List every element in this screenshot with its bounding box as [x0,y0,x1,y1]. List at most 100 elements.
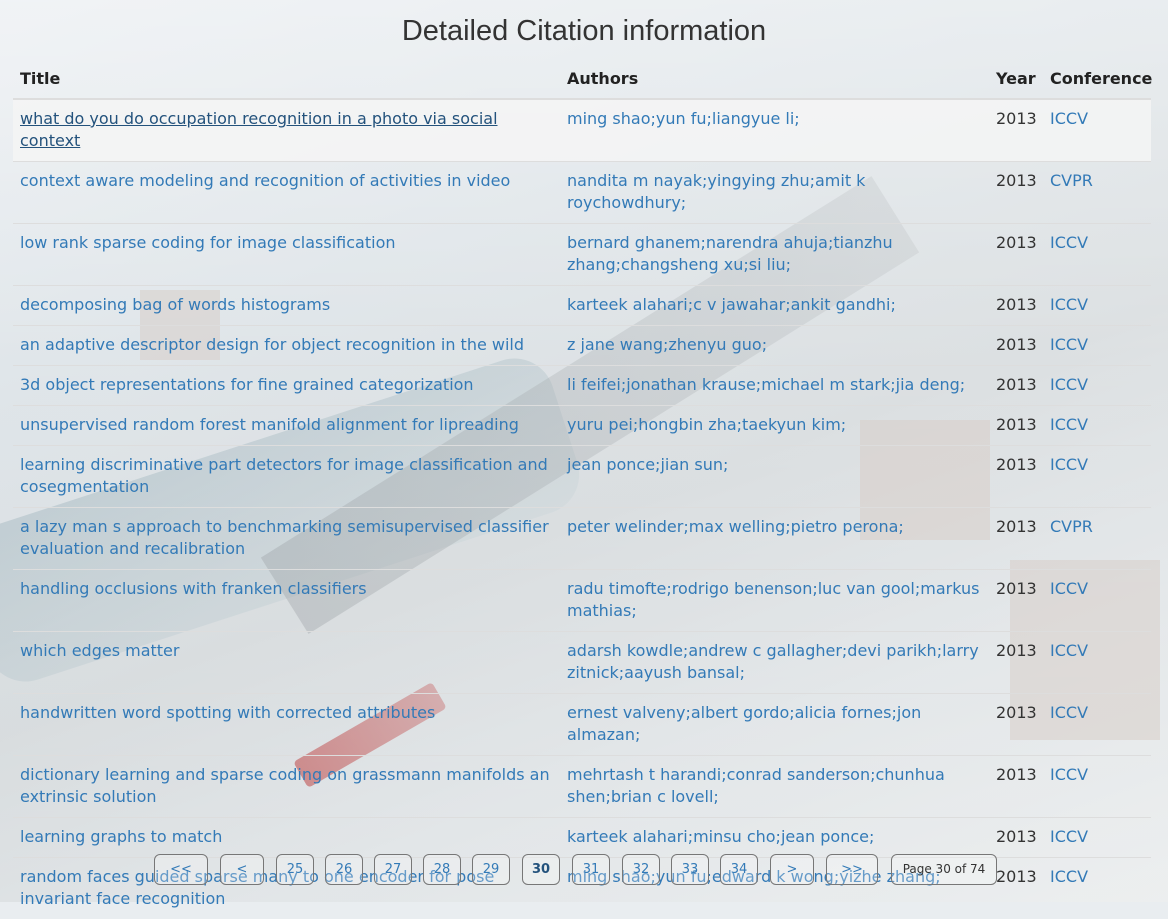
paper-title-link[interactable]: handwritten word spotting with corrected… [20,703,435,722]
column-header-title: Title [13,60,560,99]
conference-link[interactable]: ICCV [1050,335,1088,354]
title-cell: decomposing bag of words histograms [13,286,560,326]
conference-cell: ICCV [1043,406,1151,446]
paper-title-link[interactable]: low rank sparse coding for image classif… [20,233,396,252]
table-row: handwritten word spotting with corrected… [13,694,1151,756]
paper-title-link[interactable]: 3d object representations for fine grain… [20,375,474,394]
authors-link[interactable]: z jane wang;zhenyu guo; [567,335,767,354]
last-page-button[interactable]: >> [826,854,878,885]
authors-link[interactable]: karteek alahari;minsu cho;jean ponce; [567,827,874,846]
title-cell: 3d object representations for fine grain… [13,366,560,406]
conference-link[interactable]: ICCV [1050,455,1088,474]
citation-table: Title Authors Year Conference what do yo… [13,60,1151,919]
first-page-button[interactable]: << [154,854,208,885]
year-cell: 2013 [989,756,1043,818]
conference-cell: CVPR [1043,508,1151,570]
authors-link[interactable]: peter welinder;max welling;pietro perona… [567,517,904,536]
conference-cell: ICCV [1043,366,1151,406]
paper-title-link[interactable]: which edges matter [20,641,179,660]
year-cell: 2013 [996,641,1037,660]
page-button-26[interactable]: 26 [325,854,363,885]
title-cell: learning graphs to match [13,818,560,858]
conference-link[interactable]: ICCV [1050,827,1088,846]
page-button-34[interactable]: 34 [720,854,758,885]
conference-link[interactable]: ICCV [1050,579,1088,598]
table-row: 3d object representations for fine grain… [13,366,1151,406]
conference-link[interactable]: CVPR [1050,171,1093,190]
conference-link[interactable]: ICCV [1050,295,1088,314]
conference-cell: CVPR [1043,162,1151,224]
page-button-30[interactable]: 30 [522,854,560,885]
title-cell: which edges matter [13,632,560,694]
prev-page-button[interactable]: < [220,854,264,885]
page-button-25[interactable]: 25 [276,854,314,885]
page-button-32[interactable]: 32 [622,854,660,885]
page-button-27[interactable]: 27 [374,854,412,885]
conference-link[interactable]: ICCV [1050,109,1088,128]
authors-link[interactable]: karteek alahari;c v jawahar;ankit gandhi… [567,295,896,314]
conference-link[interactable]: CVPR [1050,517,1093,536]
table-row: unsupervised random forest manifold alig… [13,406,1151,446]
authors-link[interactable]: radu timofte;rodrigo benenson;luc van go… [567,579,979,620]
table-row: context aware modeling and recognition o… [13,162,1151,224]
paper-title-link[interactable]: an adaptive descriptor design for object… [20,335,524,354]
conference-link[interactable]: ICCV [1050,233,1088,252]
column-header-conference: Conference [1043,60,1151,99]
authors-cell: ming shao;yun fu;liangyue li; [560,99,989,162]
paper-title-link[interactable]: learning graphs to match [20,827,222,846]
conference-link[interactable]: ICCV [1050,415,1088,434]
paper-title-link[interactable]: learning discriminative part detectors f… [20,455,548,496]
year-cell: 2013 [989,632,1043,694]
year-cell: 2013 [996,455,1037,474]
year-cell: 2013 [996,415,1037,434]
table-row: learning graphs to match karteek alahari;… [13,818,1151,858]
authors-cell: adarsh kowdle;andrew c gallagher;devi pa… [560,632,989,694]
page-button-28[interactable]: 28 [423,854,461,885]
year-cell: 2013 [989,162,1043,224]
authors-link[interactable]: yuru pei;hongbin zha;taekyun kim; [567,415,846,434]
conference-cell: ICCV [1043,756,1151,818]
authors-link[interactable]: nandita m nayak;yingying zhu;amit k royc… [567,171,865,212]
conference-link[interactable]: ICCV [1050,765,1088,784]
conference-link[interactable]: ICCV [1050,375,1088,394]
title-cell: unsupervised random forest manifold alig… [13,406,560,446]
authors-link[interactable]: jean ponce;jian sun; [567,455,728,474]
title-cell: a lazy man s approach to benchmarking se… [13,508,560,570]
authors-link[interactable]: mehrtash t harandi;conrad sanderson;chun… [567,765,945,806]
paper-title-link[interactable]: what do you do occupation recognition in… [20,109,498,150]
paper-title-link[interactable]: a lazy man s approach to benchmarking se… [20,517,549,558]
paper-title-link[interactable]: decomposing bag of words histograms [20,295,330,314]
table-row: low rank sparse coding for image classif… [13,224,1151,286]
column-header-authors: Authors [560,60,989,99]
conference-link[interactable]: ICCV [1050,641,1088,660]
authors-link[interactable]: adarsh kowdle;andrew c gallagher;devi pa… [567,641,979,682]
authors-link[interactable]: li feifei;jonathan krause;michael m star… [567,375,965,394]
authors-cell: li feifei;jonathan krause;michael m star… [560,366,989,406]
conference-cell: ICCV [1043,446,1151,508]
authors-link[interactable]: ernest valveny;albert gordo;alicia forne… [567,703,921,744]
conference-cell: ICCV [1043,694,1151,756]
page-button-33[interactable]: 33 [671,854,709,885]
table-row: what do you do occupation recognition in… [13,99,1151,162]
authors-cell: nandita m nayak;yingying zhu;amit k royc… [560,162,989,224]
year-cell: 2013 [996,827,1037,846]
authors-cell: z jane wang;zhenyu guo; [560,326,989,366]
page-button-29[interactable]: 29 [472,854,510,885]
page-button-31[interactable]: 31 [572,854,610,885]
table-row: learning discriminative part detectors f… [13,446,1151,508]
authors-link[interactable]: ming shao;yun fu;liangyue li; [567,109,800,128]
table-row: which edges matter adarsh kowdle;andrew c… [13,632,1151,694]
paper-title-link[interactable]: unsupervised random forest manifold alig… [20,415,519,434]
next-page-button[interactable]: > [770,854,814,885]
paper-title-link[interactable]: handling occlusions with franken classif… [20,579,367,598]
paper-title-link[interactable]: dictionary learning and sparse coding on… [20,765,550,806]
conference-link[interactable]: ICCV [1050,703,1088,722]
authors-link[interactable]: bernard ghanem;narendra ahuja;tianzhu zh… [567,233,893,274]
year-cell: 2013 [996,517,1037,536]
authors-cell: karteek alahari;c v jawahar;ankit gandhi… [560,286,989,326]
conference-cell: ICCV [1043,632,1151,694]
title-cell: learning discriminative part detectors f… [13,446,560,508]
year-cell: 2013 [989,406,1043,446]
paper-title-link[interactable]: context aware modeling and recognition o… [20,171,510,190]
year-cell: 2013 [996,579,1037,598]
